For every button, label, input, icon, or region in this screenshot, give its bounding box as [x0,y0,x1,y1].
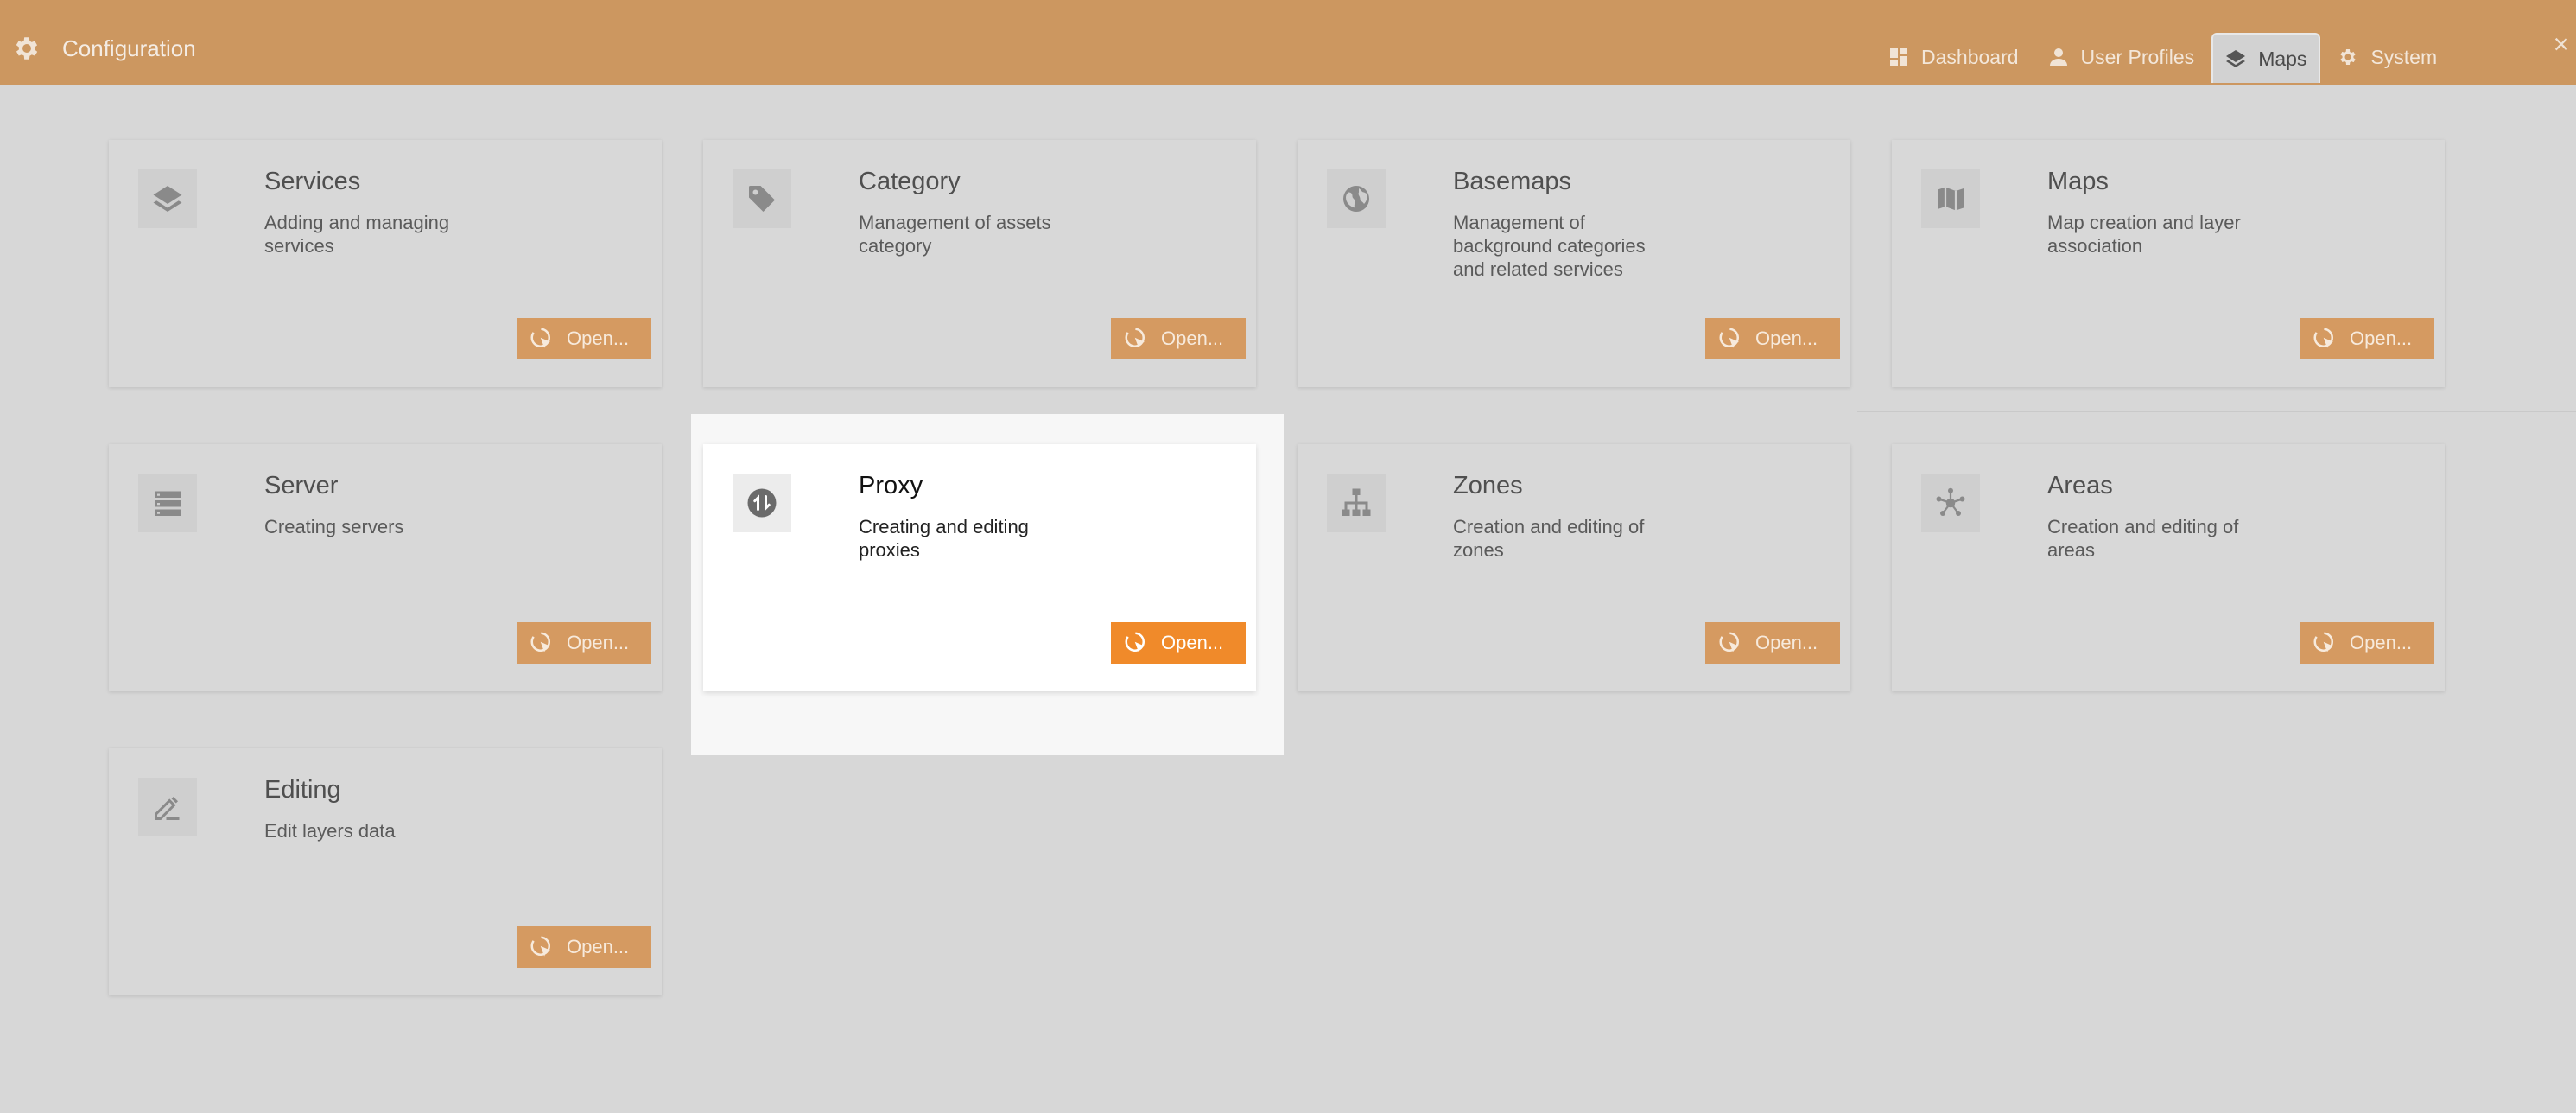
nav-system-label: System [2370,45,2438,68]
tag-icon [749,186,775,212]
card-services: Services Adding and managing services Op… [109,140,662,387]
page-title: Configuration [62,35,196,61]
pointer-click-icon [530,936,550,957]
pointer-click-icon [1719,328,1739,348]
card-areas: Areas Creation and editing of areas Open… [1892,444,2445,691]
card-basemaps: Basemaps Management of background catego… [1298,140,1850,387]
globe-icon [1343,186,1369,212]
card-description: Map creation and layer association [2047,212,2241,257]
card-title: Server [264,472,339,499]
card-editing: Editing Edit layers data Open... [109,748,662,995]
dashboard-icon [1890,48,1907,66]
proxy-icon [747,488,777,518]
map-icon [1938,187,1964,211]
pointer-click-icon [530,632,550,652]
open-areas-button[interactable]: Open... [2300,622,2434,664]
card-title: Zones [1453,472,1523,499]
open-label: Open... [567,632,630,653]
edit-icon [155,797,180,820]
hierarchy-icon [1342,488,1371,516]
card-description: Management of assets category [859,212,1051,257]
gear-icon [2340,49,2357,65]
open-label: Open... [1161,632,1224,653]
open-label: Open... [2350,328,2413,349]
nav-system[interactable]: System [2325,33,2449,81]
brand: Configuration [12,31,196,66]
open-server-button[interactable]: Open... [517,622,651,664]
open-zones-button[interactable]: Open... [1705,622,1840,664]
editing-icon-box [138,778,197,836]
card-server: Server Creating servers Open... [109,444,662,691]
nav-maps[interactable]: Maps [2211,33,2321,83]
card-description: Management of background categories and … [1453,212,1646,280]
card-title: Basemaps [1453,168,1572,195]
areas-icon-box [1921,474,1980,532]
category-icon-box [733,169,791,228]
pointer-click-icon [2313,632,2333,652]
proxy-icon-box [733,474,791,532]
pointer-click-icon [1125,632,1145,652]
layers-icon [153,186,182,212]
open-label: Open... [567,328,630,349]
nav-maps-label: Maps [2258,47,2307,70]
card-description: Creation and editing of areas [2047,516,2239,561]
open-basemaps-button[interactable]: Open... [1705,318,1840,359]
card-maps: Maps Map creation and layer association … [1892,140,2445,387]
open-category-button[interactable]: Open... [1111,318,1246,359]
pointer-click-icon [2313,328,2333,348]
close-icon[interactable]: × [2548,30,2574,58]
open-proxy-button[interactable]: Open... [1111,622,1246,664]
card-description: Creating and editing proxies [859,516,1029,561]
nav-dashboard-label: Dashboard [1921,45,2019,68]
pointer-click-icon [1125,328,1145,348]
server-icon [155,491,181,516]
open-label: Open... [2350,632,2413,653]
card-description: Edit layers data [264,820,396,842]
card-title: Editing [264,776,341,804]
main-nav: Dashboard User Profiles Maps System [1876,33,2454,85]
open-label: Open... [1161,328,1224,349]
card-title: Maps [2047,168,2109,195]
nav-dashboard[interactable]: Dashboard [1876,33,2031,81]
basemaps-icon-box [1327,169,1386,228]
card-title: Category [859,168,961,195]
top-bar: Configuration Dashboard User Profiles Ma… [0,0,2576,85]
card-title: Proxy [859,472,923,499]
card-category: Category Management of assets category O… [703,140,1256,387]
pointer-click-icon [1719,632,1739,652]
services-icon-box [138,169,197,228]
card-description: Creation and editing of zones [1453,516,1645,561]
network-icon [1936,487,1965,516]
open-label: Open... [1755,632,1818,653]
nav-user-profiles-label: User Profiles [2080,45,2195,68]
open-services-button[interactable]: Open... [517,318,651,359]
card-description: Creating servers [264,516,404,537]
card-title: Areas [2047,472,2113,499]
server-icon-box [138,474,197,532]
maps-icon-box [1921,169,1980,228]
gear-icon [16,37,38,60]
card-zones: Zones Creation and editing of zones Open… [1298,444,1850,691]
layers-icon [2226,50,2246,67]
open-maps-button[interactable]: Open... [2300,318,2434,359]
card-proxy: Proxy Creating and editing proxies Open.… [703,444,1256,691]
open-label: Open... [567,936,630,957]
open-label: Open... [1755,328,1818,349]
card-title: Services [264,168,361,195]
configuration-page: Configuration Dashboard User Profiles Ma… [0,0,2576,1113]
open-editing-button[interactable]: Open... [517,926,651,968]
card-description: Adding and managing services [264,212,450,257]
zones-icon-box [1327,474,1386,532]
nav-user-profiles[interactable]: User Profiles [2036,33,2207,81]
pointer-click-icon [530,328,550,348]
user-icon [2049,48,2067,66]
divider [1857,411,2576,412]
